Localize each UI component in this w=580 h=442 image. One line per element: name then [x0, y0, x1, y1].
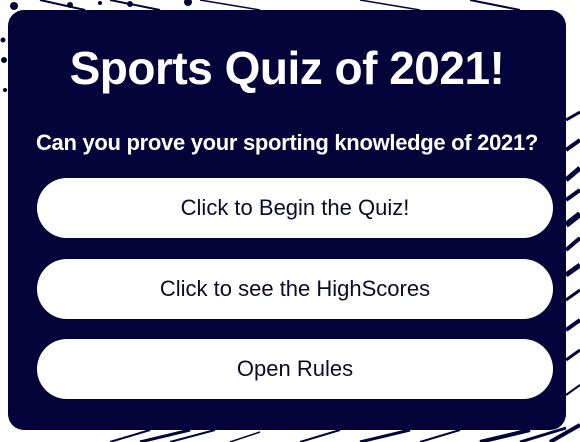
open-rules-button[interactable]: Open Rules — [37, 339, 553, 399]
begin-quiz-button[interactable]: Click to Begin the Quiz! — [37, 178, 553, 238]
quiz-card: Sports Quiz of 2021! Can you prove your … — [8, 10, 566, 430]
page-title: Sports Quiz of 2021! — [69, 42, 505, 94]
page-subtitle: Can you prove your sporting knowledge of… — [35, 130, 539, 155]
highscores-button[interactable]: Click to see the HighScores — [37, 259, 553, 319]
